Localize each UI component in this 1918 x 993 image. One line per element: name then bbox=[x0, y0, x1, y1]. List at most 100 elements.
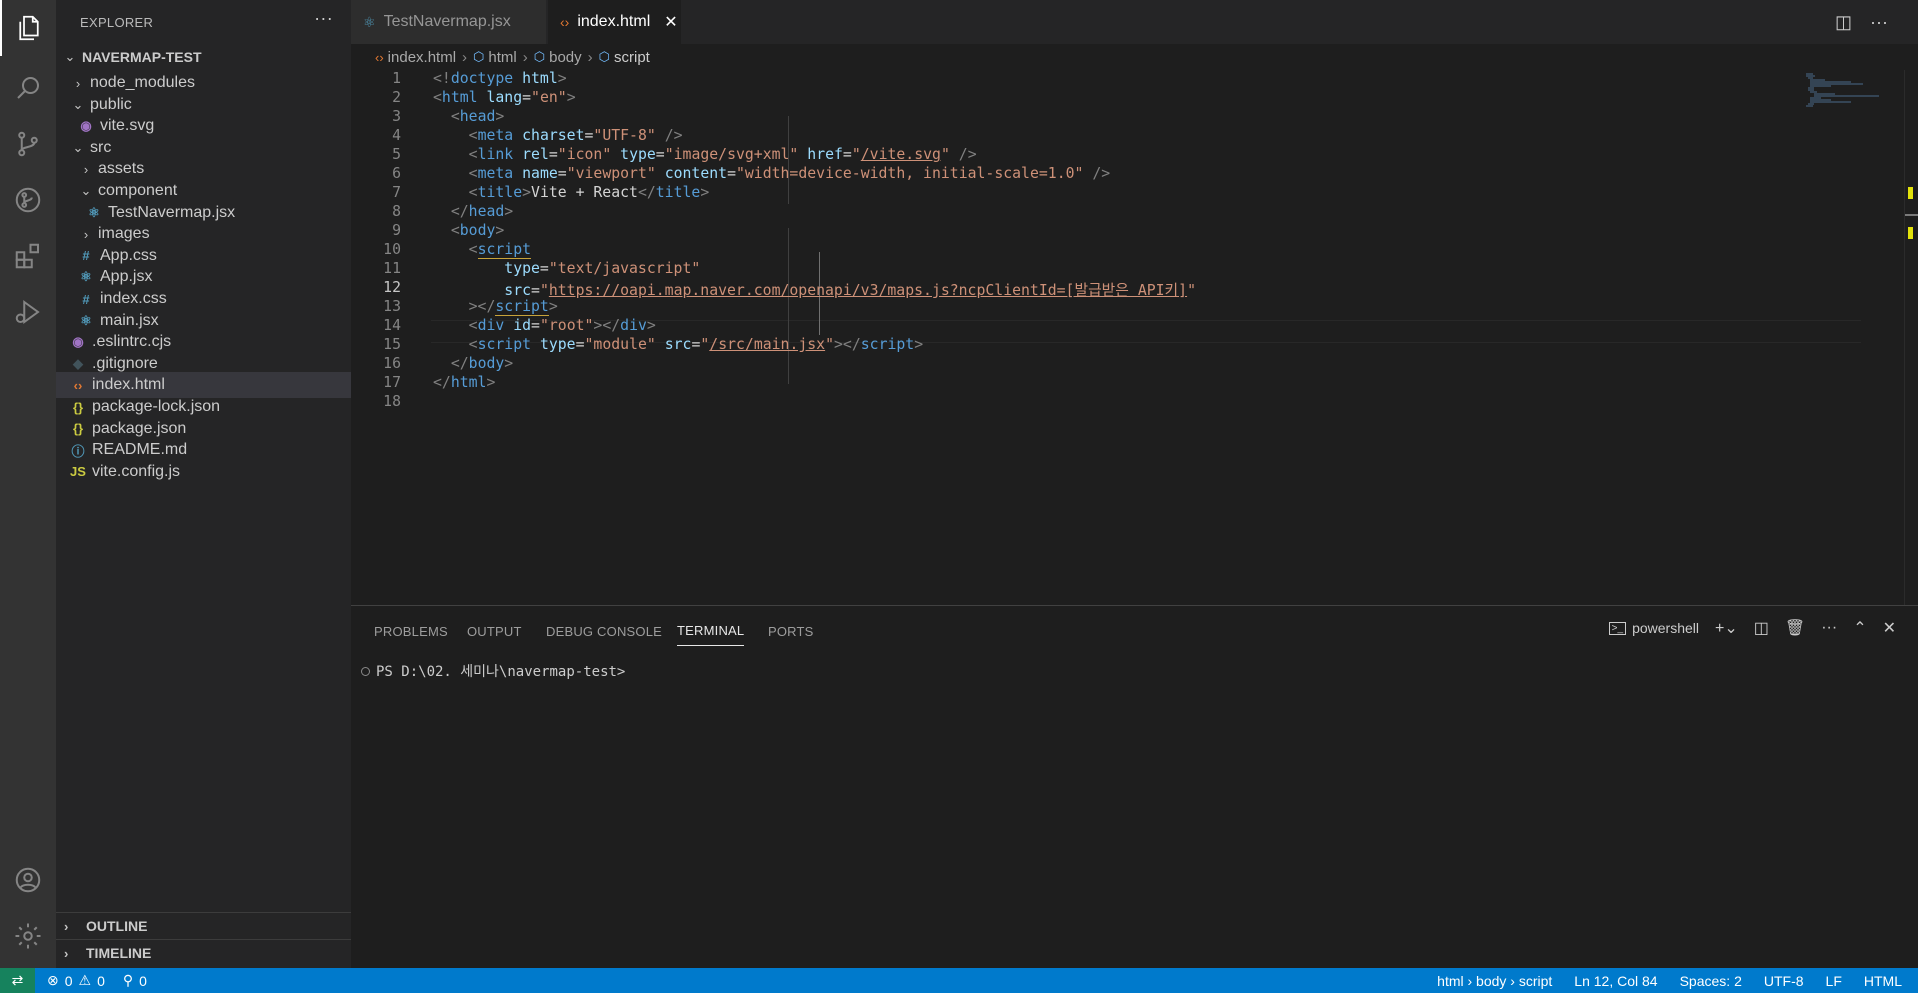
more-actions-icon[interactable]: ··· bbox=[1821, 619, 1837, 637]
tab-problems[interactable]: PROBLEMS bbox=[374, 616, 448, 646]
line-number: 13 bbox=[383, 298, 401, 315]
line-number: 2 bbox=[392, 89, 401, 106]
close-icon[interactable]: ✕ bbox=[664, 12, 677, 32]
editor-tabs: ⚛ TestNavermap.jsx ‹› index.html ✕ ◫ ··· bbox=[351, 0, 1918, 44]
chevron-right-icon: › bbox=[75, 75, 81, 91]
timeline-section[interactable]: › TIMELINE bbox=[56, 939, 351, 966]
chevron-right-icon: › bbox=[64, 918, 69, 934]
status-breadcrumb[interactable]: html › body › script bbox=[1437, 973, 1552, 989]
breadcrumb-item[interactable]: script bbox=[614, 49, 650, 66]
terminal-shell-selector[interactable]: >_ powershell bbox=[1608, 620, 1699, 636]
chevron-up-icon[interactable]: ⌃ bbox=[1853, 618, 1866, 638]
line-number: 11 bbox=[383, 260, 401, 277]
minimap[interactable] bbox=[1791, 70, 1901, 170]
chevron-down-icon: ⌄ bbox=[72, 96, 84, 112]
tree-item-label: index.html bbox=[92, 376, 165, 394]
tab-testnavermap[interactable]: ⚛ TestNavermap.jsx bbox=[351, 0, 547, 44]
tree-item-label: component bbox=[98, 182, 178, 199]
tree-item-label: package.json bbox=[92, 419, 187, 437]
activity-bar bbox=[0, 0, 56, 968]
file-item[interactable]: JS vite.config.js bbox=[56, 459, 351, 485]
source-control-icon[interactable] bbox=[0, 116, 56, 172]
line-number: 8 bbox=[392, 203, 401, 220]
tab-terminal[interactable]: TERMINAL bbox=[677, 616, 745, 646]
tree-item-label: package-lock.json bbox=[92, 398, 221, 415]
more-actions-icon[interactable]: ··· bbox=[314, 8, 333, 29]
tree-item-label: .gitignore bbox=[92, 354, 158, 372]
run-debug-icon[interactable] bbox=[0, 172, 56, 228]
cursor-position[interactable]: Ln 12, Col 84 bbox=[1574, 973, 1657, 989]
panel-actions: >_ powershell +⌄ ◫ 🗑 ··· ⌃ ✕ bbox=[1608, 618, 1896, 638]
outline-section[interactable]: › OUTLINE bbox=[56, 912, 351, 939]
line-number: 3 bbox=[392, 108, 401, 125]
language-mode[interactable]: HTML bbox=[1864, 973, 1902, 989]
react-icon: ⚛ bbox=[80, 269, 92, 285]
settings-gear-icon[interactable] bbox=[0, 908, 56, 964]
scroll-cursor-marker bbox=[1905, 214, 1918, 216]
breadcrumb-item[interactable]: body bbox=[549, 49, 582, 66]
tab-ports[interactable]: PORTS bbox=[768, 616, 814, 646]
tree-item-label: vite.config.js bbox=[92, 462, 181, 480]
split-terminal-icon[interactable]: ◫ bbox=[1754, 618, 1769, 638]
code-editor[interactable]: 1 2 3 4 5 6 7 8 9 10 11 12 13 14 15 16 17 18 <!doctype ht… bbox=[351, 70, 1918, 605]
line-number: 4 bbox=[392, 127, 401, 144]
extensions-icon[interactable] bbox=[0, 228, 56, 284]
split-editor-icon[interactable]: ◫ bbox=[1835, 12, 1852, 33]
javascript-icon: JS bbox=[70, 464, 86, 480]
accounts-icon[interactable] bbox=[0, 852, 56, 908]
code-line: <title>Vite + React</title> bbox=[468, 184, 710, 201]
ports-icon: ⚲ bbox=[122, 972, 134, 988]
workspace-root[interactable]: ⌄ NAVERMAP-TEST bbox=[56, 44, 351, 70]
problems-status[interactable]: ⊗ 0 ⚠ 0 ⚲ 0 bbox=[47, 972, 147, 989]
react-icon: ⚛ bbox=[80, 312, 92, 328]
testing-icon[interactable] bbox=[0, 284, 56, 340]
error-icon: ⊗ bbox=[47, 972, 59, 988]
line-number: 5 bbox=[392, 146, 401, 163]
chevron-down-icon: ⌄ bbox=[80, 183, 92, 198]
code-line: <link rel="icon" type="image/svg+xml" hr… bbox=[468, 146, 977, 163]
css-icon: # bbox=[82, 248, 90, 264]
tree-item-label: src bbox=[90, 138, 112, 156]
code-line: <!doctype html> bbox=[433, 70, 567, 87]
tree-item-label: index.css bbox=[100, 290, 167, 307]
code-line: </html> bbox=[433, 374, 496, 391]
line-number: 17 bbox=[383, 374, 401, 391]
cube-icon: ⬡ bbox=[598, 49, 610, 64]
code-line: <div id="root"></div> bbox=[468, 317, 656, 334]
line-number: 10 bbox=[383, 241, 401, 258]
code-line: <meta charset="UTF-8" /> bbox=[468, 127, 683, 144]
tab-label: TestNavermap.jsx bbox=[383, 13, 511, 30]
code-line: <script type="module" src="/src/main.jsx… bbox=[468, 336, 924, 353]
svg-file-icon: ◉ bbox=[80, 118, 92, 134]
eslint-icon: ◉ bbox=[72, 334, 84, 350]
code-line: <script bbox=[468, 241, 532, 259]
workspace-root-label: NAVERMAP-TEST bbox=[82, 49, 202, 65]
indentation[interactable]: Spaces: 2 bbox=[1680, 973, 1742, 989]
tab-output[interactable]: OUTPUT bbox=[467, 616, 522, 646]
search-icon[interactable] bbox=[0, 60, 56, 116]
line-ending[interactable]: LF bbox=[1826, 973, 1842, 989]
cube-icon: ⬡ bbox=[533, 49, 546, 64]
remote-icon[interactable]: ⇄ bbox=[0, 968, 35, 993]
close-panel-icon[interactable]: ✕ bbox=[1883, 618, 1896, 638]
line-number: 18 bbox=[383, 393, 401, 410]
files-icon[interactable] bbox=[0, 0, 56, 56]
encoding[interactable]: UTF-8 bbox=[1764, 973, 1804, 989]
trash-icon[interactable]: 🗑 bbox=[1785, 618, 1805, 638]
warning-icon: ⚠ bbox=[78, 972, 92, 988]
breadcrumb-item[interactable]: html bbox=[488, 49, 516, 66]
terminal-prompt: PS D:\02. 세미나\navermap-test> bbox=[376, 664, 626, 680]
vertical-scrollbar[interactable] bbox=[1904, 70, 1918, 605]
explorer-title: EXPLORER bbox=[80, 14, 154, 30]
add-terminal-icon[interactable]: +⌄ bbox=[1715, 618, 1738, 638]
terminal-output[interactable]: PS D:\02. 세미나\navermap-test> bbox=[361, 661, 625, 681]
tab-debug-console[interactable]: DEBUG CONSOLE bbox=[546, 616, 662, 646]
chevron-down-icon: ⌄ bbox=[72, 139, 84, 155]
terminal-icon: >_ bbox=[1608, 621, 1627, 635]
line-number: 14 bbox=[383, 317, 401, 334]
tab-index-html[interactable]: ‹› index.html ✕ bbox=[548, 0, 682, 44]
more-actions-icon[interactable]: ··· bbox=[1870, 12, 1888, 33]
breadcrumb-item[interactable]: index.html bbox=[388, 49, 456, 66]
line-number: 1 bbox=[392, 70, 401, 87]
tree-item-label: assets bbox=[98, 160, 145, 178]
